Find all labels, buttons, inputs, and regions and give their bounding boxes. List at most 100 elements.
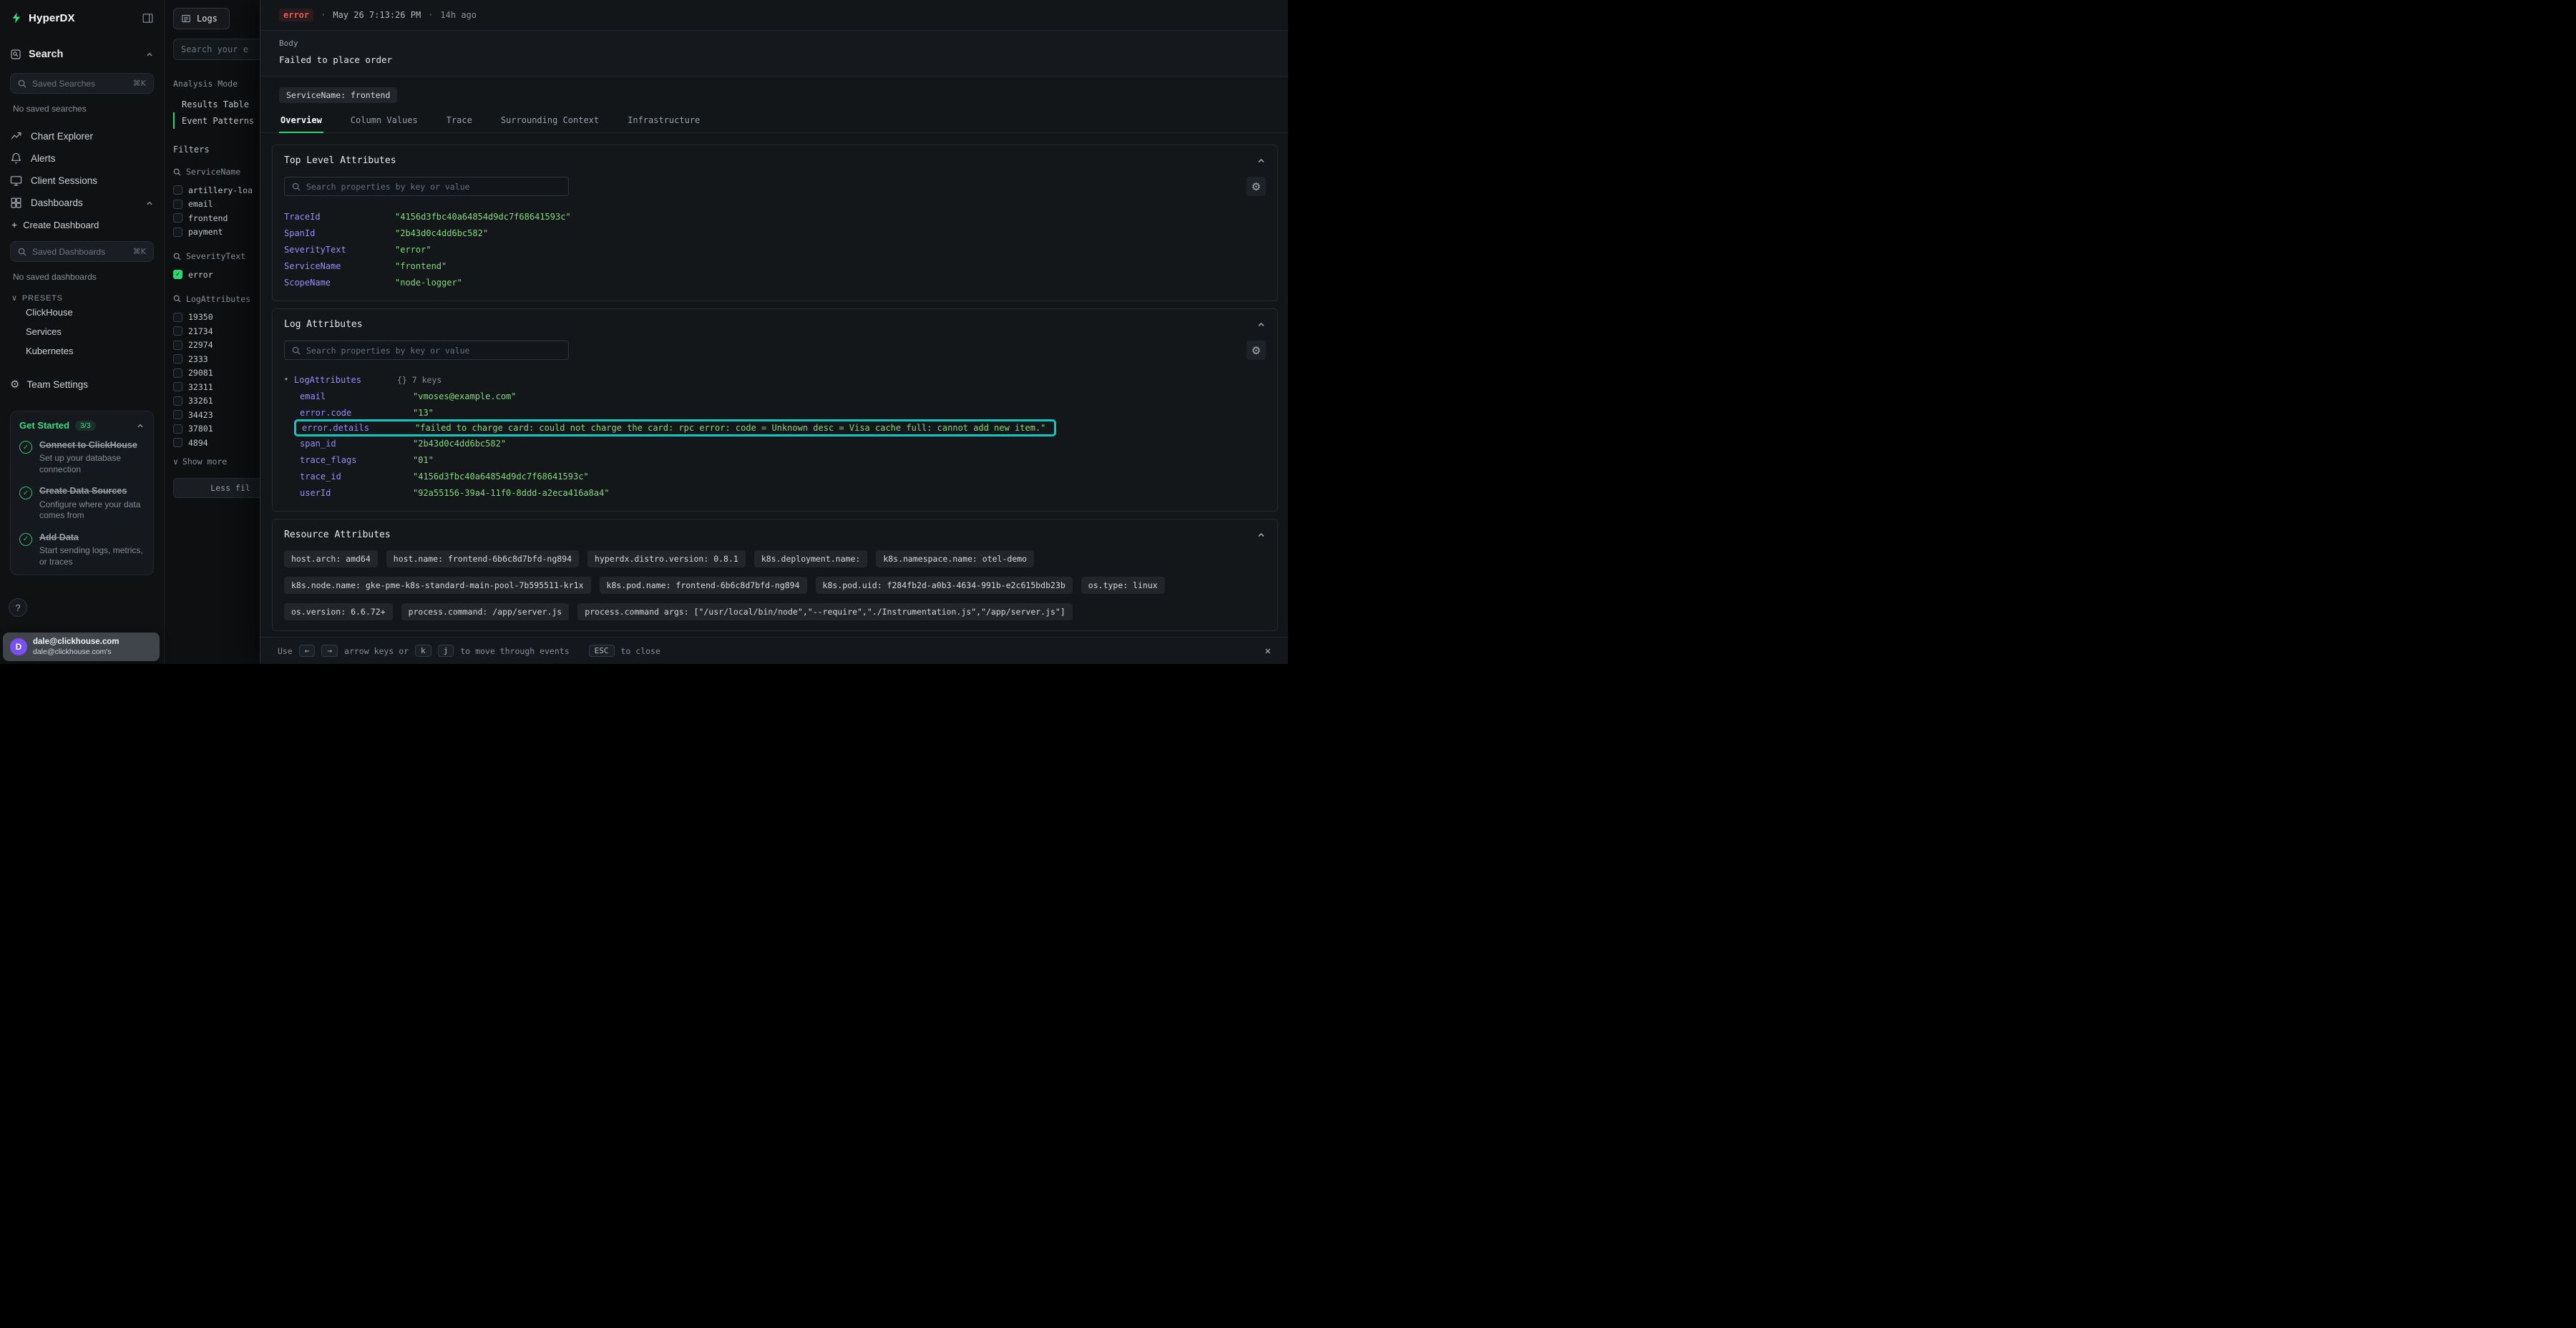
attribute-row[interactable]: trace_id "4156d3fbc40a64854d9dc7f6864159… xyxy=(284,468,1266,484)
sidebar-item-team-settings[interactable]: ⚙ Team Settings xyxy=(10,378,154,391)
resource-tag[interactable]: os.type: linux xyxy=(1081,577,1165,594)
attribute-key[interactable]: error.code xyxy=(300,408,413,418)
sidebar-item-client-sessions[interactable]: Client Sessions xyxy=(10,170,154,192)
attribute-row[interactable]: ScopeName "node-logger" xyxy=(284,274,1266,290)
settings-button[interactable]: ⚙ xyxy=(1246,177,1266,196)
checkbox[interactable] xyxy=(173,410,182,419)
resource-tag[interactable]: host.arch: amd64 xyxy=(284,550,378,567)
collapse-chevron-icon[interactable] xyxy=(1257,530,1266,540)
tab[interactable]: Column Values xyxy=(349,114,419,132)
property-search-input[interactable] xyxy=(306,346,561,356)
collapse-sidebar-button[interactable] xyxy=(142,12,154,24)
root-key[interactable]: LogAttributes xyxy=(294,375,397,385)
user-chip[interactable]: D dale@clickhouse.com dale@clickhouse.co… xyxy=(3,633,160,661)
resource-tag[interactable]: k8s.pod.uid: f284fb2d-a0b3-4634-991b-e2c… xyxy=(816,577,1073,594)
property-search-input[interactable] xyxy=(306,182,561,192)
attribute-row[interactable]: trace_flags "01" xyxy=(284,451,1266,468)
checkbox[interactable] xyxy=(173,270,182,279)
presets-toggle[interactable]: ∨ PRESETS xyxy=(11,293,154,303)
attribute-row[interactable]: email "vmoses@example.com" xyxy=(284,388,1266,404)
source-select-button[interactable]: Logs xyxy=(173,8,230,29)
attribute-key[interactable]: trace_id xyxy=(300,472,413,482)
checkbox[interactable] xyxy=(173,228,182,237)
preset-item[interactable]: ClickHouse xyxy=(10,303,154,322)
checkbox[interactable] xyxy=(173,313,182,322)
filter-option-label: 22974 xyxy=(188,340,213,350)
attribute-key[interactable]: error.details xyxy=(302,423,415,433)
filter-option-label: 32311 xyxy=(188,382,213,392)
create-dashboard-button[interactable]: + Create Dashboard xyxy=(11,214,154,235)
section-resource-attributes: Resource Attributes host.arch: amd64host… xyxy=(272,519,1278,631)
log-attributes-root[interactable]: ▾ LogAttributes {} 7 keys xyxy=(284,371,1266,388)
checkbox[interactable] xyxy=(173,396,182,406)
chevron-up-icon[interactable] xyxy=(136,421,145,430)
attribute-row[interactable]: ServiceName "frontend" xyxy=(284,258,1266,274)
attribute-key[interactable]: span_id xyxy=(300,439,413,449)
checkbox[interactable] xyxy=(173,438,182,447)
tab[interactable]: Infrastructure xyxy=(626,114,701,132)
resource-tag[interactable]: k8s.pod.name: frontend-6b6c8d7bfd-ng894 xyxy=(600,577,807,594)
attribute-key[interactable]: SeverityText xyxy=(284,245,395,255)
tab[interactable]: Overview xyxy=(279,114,323,132)
caret-down-icon[interactable]: ▾ xyxy=(284,376,294,384)
close-button[interactable]: ✕ xyxy=(1265,645,1271,657)
collapse-chevron-icon[interactable] xyxy=(1257,156,1266,165)
attribute-value: "13" xyxy=(413,408,434,418)
checkbox[interactable] xyxy=(173,213,182,223)
onboarding-item[interactable]: ✓ Create Data Sources Configure where yo… xyxy=(19,485,145,521)
attribute-row[interactable]: error.code "13" xyxy=(284,404,1266,421)
attribute-value: "2b43d0c4dd6bc582" xyxy=(413,439,506,449)
attribute-row[interactable]: TraceId "4156d3fbc40a64854d9dc7f68641593… xyxy=(284,208,1266,225)
sidebar-item-alerts[interactable]: Alerts xyxy=(10,147,154,170)
attribute-row[interactable]: SeverityText "error" xyxy=(284,241,1266,258)
search-section-header[interactable]: Search xyxy=(10,49,154,60)
checkbox[interactable] xyxy=(173,326,182,336)
checkbox[interactable] xyxy=(173,424,182,434)
tab[interactable]: Trace xyxy=(445,114,474,132)
checkbox[interactable] xyxy=(173,354,182,363)
attribute-key[interactable]: ScopeName xyxy=(284,278,395,288)
section-log-attributes: Log Attributes ⚙ ▾ LogAttributes {} 7 ke… xyxy=(272,308,1278,512)
preset-item[interactable]: Kubernetes xyxy=(10,341,154,361)
attribute-key[interactable]: SpanId xyxy=(284,228,395,238)
tab[interactable]: Surrounding Context xyxy=(499,114,600,132)
attribute-row[interactable]: span_id "2b43d0c4dd6bc582" xyxy=(284,435,1266,451)
checkbox[interactable] xyxy=(173,200,182,209)
chevron-up-icon[interactable] xyxy=(145,50,154,59)
sidebar-item-dashboards[interactable]: Dashboards xyxy=(10,192,154,214)
checkbox[interactable] xyxy=(173,368,182,378)
settings-button[interactable]: ⚙ xyxy=(1246,341,1266,360)
onboarding-item[interactable]: ✓ Add Data Start sending logs, metrics, … xyxy=(19,532,145,567)
attribute-row[interactable]: userId "92a55156-39a4-11f0-8ddd-a2eca416… xyxy=(284,484,1266,501)
attribute-row[interactable]: error.details "failed to charge card: co… xyxy=(294,419,1056,436)
sidebar-item-label: Alerts xyxy=(31,153,56,164)
get-started-header[interactable]: Get Started 3/3 xyxy=(19,420,145,431)
saved-dashboards-input[interactable]: Saved Dashboards ⌘K xyxy=(10,241,154,262)
onboarding-item[interactable]: ✓ Connect to ClickHouse Set up your data… xyxy=(19,439,145,475)
attribute-key[interactable]: userId xyxy=(300,488,413,498)
attribute-row[interactable]: SpanId "2b43d0c4dd6bc582" xyxy=(284,225,1266,241)
resource-tag[interactable]: k8s.node.name: gke-pme-k8s-standard-main… xyxy=(284,577,591,594)
checkbox[interactable] xyxy=(173,185,182,195)
collapse-chevron-icon[interactable] xyxy=(1257,320,1266,329)
checkbox[interactable] xyxy=(173,382,182,391)
resource-tag[interactable]: k8s.deployment.name: xyxy=(754,550,867,567)
checkbox[interactable] xyxy=(173,341,182,350)
saved-searches-input[interactable]: Saved Searches ⌘K xyxy=(10,73,154,94)
attribute-key[interactable]: ServiceName xyxy=(284,261,395,271)
resource-tag[interactable]: hyperdx.distro.version: 0.8.1 xyxy=(587,550,746,567)
preset-item[interactable]: Services xyxy=(10,322,154,341)
service-name-tag[interactable]: ServiceName: frontend xyxy=(279,87,397,103)
chevron-up-icon[interactable] xyxy=(145,199,154,208)
attribute-key[interactable]: TraceId xyxy=(284,212,395,222)
resource-tag[interactable]: process.command args: ["/usr/local/bin/n… xyxy=(577,603,1073,620)
attribute-key[interactable]: email xyxy=(300,391,413,401)
attribute-key[interactable]: trace_flags xyxy=(300,455,413,465)
resource-tag[interactable]: host.name: frontend-6b6c8d7bfd-ng894 xyxy=(386,550,579,567)
resource-tag[interactable]: process.command: /app/server.js xyxy=(401,603,570,620)
resource-tag[interactable]: k8s.namespace.name: otel-demo xyxy=(876,550,1034,567)
help-button[interactable]: ? xyxy=(9,598,27,617)
resource-tag[interactable]: os.version: 6.6.72+ xyxy=(284,603,393,620)
sidebar-item-label: Client Sessions xyxy=(31,175,97,186)
sidebar-item-chart-explorer[interactable]: Chart Explorer xyxy=(10,125,154,147)
